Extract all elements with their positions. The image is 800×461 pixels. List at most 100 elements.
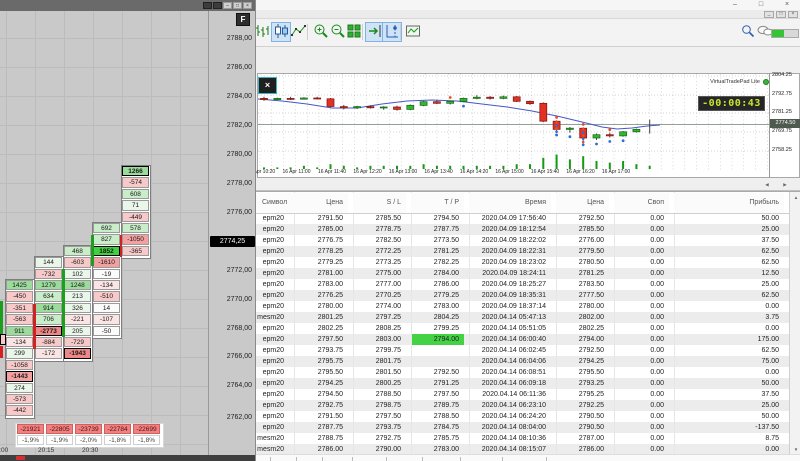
connection-toggle[interactable] (771, 29, 799, 38)
table-cell: epm20 (256, 356, 289, 367)
table-cell: 2801.25 (294, 312, 348, 323)
table-scrollbar[interactable]: ▲▼ (789, 192, 800, 455)
table-cell: 2781.25 (411, 246, 464, 257)
close-button[interactable]: × (243, 2, 252, 9)
restore-button[interactable]: □ (752, 0, 770, 10)
price-axis-label: 2780,00 (206, 150, 252, 159)
minimize-button[interactable]: – (223, 2, 232, 9)
table-cell: 2020.04.14 08:04:00 (469, 422, 551, 433)
table-cell: 2770.25 (353, 290, 406, 301)
table-scroll-up-button[interactable]: ▲ (790, 192, 800, 203)
table-cell (411, 356, 464, 367)
footprint-cell: 1425 (6, 280, 33, 290)
mdi-close-button[interactable]: × (788, 11, 798, 18)
table-cell (411, 345, 464, 356)
toolbar-separator (307, 24, 308, 40)
chart-scrollbar[interactable]: ◀▶ (256, 178, 800, 191)
footprint-cell: 71 (122, 200, 149, 210)
table-cell: 0.00 (674, 301, 784, 312)
indicators-button[interactable] (403, 22, 423, 42)
footprint-cell: -510 (93, 291, 120, 301)
footprint-filter-button[interactable]: F (236, 13, 250, 26)
table-cell: 2020.04.09 18:22:02 (469, 235, 551, 246)
table-cell: 2020.04.14 06:04:06 (469, 356, 551, 367)
column-header-6[interactable]: Цена (556, 193, 609, 213)
price-axis-label: 2770,00 (206, 295, 252, 304)
h-gridline (0, 38, 208, 39)
table-cell: 2779.25 (411, 290, 464, 301)
table-cell: 0.00 (614, 213, 669, 224)
dock-button-1[interactable] (203, 2, 212, 9)
table-cell: epm20 (256, 301, 289, 312)
footprint-cell: -1058 (6, 360, 33, 370)
delta-percent-cell: -1,9% (17, 435, 44, 445)
tile-windows-button[interactable] (344, 22, 364, 42)
table-cell: 0.00 (614, 411, 669, 422)
mdi-restore-button[interactable]: □ (776, 11, 786, 18)
table-cell: 2794.25 (294, 378, 348, 389)
footprint-cell: -172 (35, 348, 62, 358)
time-axis-label: 20:00 (0, 447, 8, 455)
table-cell: 3.75 (674, 312, 784, 323)
line-icon (291, 23, 307, 42)
table-cell: 2781.00 (294, 268, 348, 279)
mdi-minimize-button[interactable]: _ (764, 11, 774, 18)
chart-price-label: 2792.75 (772, 91, 800, 98)
table-cell: 2020.04.09 18:25:27 (469, 279, 551, 290)
footer-red-marker[interactable] (16, 456, 25, 460)
chart-close-button[interactable]: × (258, 77, 277, 94)
column-header-4[interactable]: T / P (411, 193, 464, 213)
table-cell: mesm20 (256, 312, 289, 323)
dock-button-2[interactable] (213, 2, 222, 9)
table-cell: epm20 (256, 367, 289, 378)
window-titlebar: –□ × (256, 0, 800, 10)
tab-strip-tick (296, 457, 297, 461)
scroll-right-button[interactable]: ▶ (779, 180, 791, 189)
footprint-delta-bar (0, 301, 3, 334)
table-cell: 2773.50 (411, 235, 464, 246)
shift-icon (384, 23, 400, 42)
bar-chart-button[interactable] (255, 22, 272, 42)
delta-percent-cell: -1,8% (133, 435, 160, 445)
scroll-left-button[interactable]: ◀ (761, 180, 773, 189)
candlestick-chart-button[interactable] (271, 22, 291, 42)
restore-button[interactable]: □ (233, 2, 242, 9)
table-cell: 2020.04.09 18:12:54 (469, 224, 551, 235)
table-cell: 2783.00 (411, 301, 464, 312)
column-header-5[interactable]: Время (469, 193, 551, 213)
chart-shift-button[interactable] (382, 22, 402, 42)
column-header-7[interactable]: Своп (614, 193, 669, 213)
table-cell: 2020.04.09 18:37:14 (469, 301, 551, 312)
table-cell: epm20 (256, 268, 289, 279)
table-cell: 62.50 (674, 257, 784, 268)
table-cell: 2785.50 (353, 213, 406, 224)
table-cell: 2020.04.09 18:35:31 (469, 290, 551, 301)
column-header-8[interactable]: Прибыль (674, 193, 784, 213)
column-header-1[interactable]: Символ (256, 193, 294, 213)
table-cell: 2020.04.14 08:10:36 (469, 433, 551, 444)
table-cell: 2801.50 (353, 367, 406, 378)
table-cell: 0.00 (614, 235, 669, 246)
footprint-cell: 914 (35, 303, 62, 313)
table-cell: 2790.50 (556, 411, 609, 422)
bottom-tab-strip[interactable] (256, 454, 800, 461)
line-chart-button[interactable] (289, 22, 309, 42)
table-cell: 50.00 (674, 378, 784, 389)
table-cell: 2789.75 (411, 400, 464, 411)
column-header-3[interactable]: S / L (353, 193, 406, 213)
column-header-2[interactable]: Цена (294, 193, 348, 213)
footprint-cell: -450 (6, 291, 33, 301)
close-button[interactable]: × (778, 0, 796, 10)
price-axis-label: 2776,00 (206, 208, 252, 217)
tab-strip-tick (546, 457, 547, 461)
table-cell: 0.00 (614, 433, 669, 444)
table-cell: 0.00 (614, 301, 669, 312)
footprint-cell: -732 (35, 269, 62, 279)
chart-time-label: 16 Apr 11:40 (318, 168, 346, 176)
table-cell: 2780.00 (294, 301, 348, 312)
minimize-button[interactable]: – (726, 0, 744, 10)
table-cell: 0.00 (614, 312, 669, 323)
table-cell: 2793.75 (294, 345, 348, 356)
candles-icon (273, 23, 289, 42)
table-cell: epm20 (256, 235, 289, 246)
